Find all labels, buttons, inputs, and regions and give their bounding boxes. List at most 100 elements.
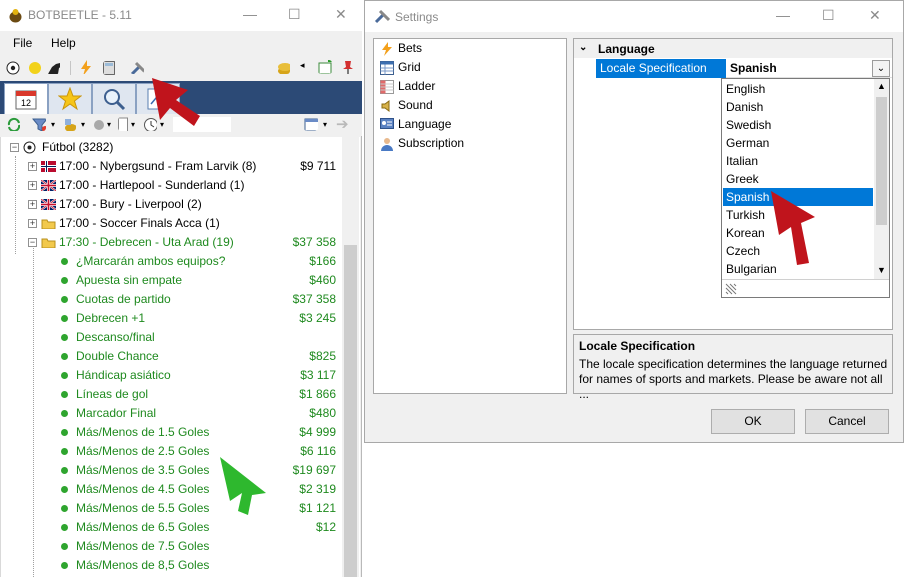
market-status-dot-icon	[61, 543, 68, 550]
market-row[interactable]: Debrecen +1 $3 245	[1, 309, 341, 328]
market-row[interactable]: Marcador Final $480	[1, 404, 341, 423]
market-row[interactable]: Apuesta sin empate $460	[1, 271, 341, 290]
coins-sort-icon[interactable]	[62, 117, 76, 131]
minimize-button[interactable]: —	[243, 6, 257, 22]
event-row[interactable]: +17:00 - Hartlepool - Sunderland (1)	[1, 176, 341, 195]
page-dropdown-chevron-icon[interactable]: ▾	[131, 120, 135, 129]
market-row[interactable]: ¿Marcarán ambos equipos? $166	[1, 252, 341, 271]
market-row[interactable]: Más/Menos de 6.5 Goles $12	[1, 518, 341, 537]
lightning-icon[interactable]	[80, 60, 94, 74]
ok-button[interactable]: OK	[711, 409, 795, 434]
menu-help[interactable]: Help	[51, 36, 76, 50]
sort-dropdown-chevron-icon[interactable]: ▾	[81, 120, 85, 129]
dropdown-chevron-icon[interactable]: ⌄	[872, 60, 890, 77]
main-window-title: BOTBEETLE - 5.11	[28, 8, 132, 22]
status-dropdown-chevron-icon[interactable]: ▾	[107, 120, 111, 129]
locale-option[interactable]: Swedish	[723, 116, 873, 134]
chevron-left-icon[interactable]: ◂	[300, 60, 305, 71]
locale-option[interactable]: Italian	[723, 152, 873, 170]
event-amount: $9 711	[300, 159, 336, 173]
expand-icon[interactable]: +	[28, 219, 37, 228]
nav-item-label: Subscription	[398, 136, 465, 150]
nav-item-label: Language	[398, 117, 452, 131]
tennis-ball-icon[interactable]	[28, 61, 42, 75]
refresh-icon[interactable]	[6, 117, 20, 131]
event-row[interactable]: +17:00 - Bury - Liverpool (2)	[1, 195, 341, 214]
market-label: Descanso/final	[76, 330, 155, 344]
locale-option[interactable]: German	[723, 134, 873, 152]
page-icon[interactable]	[118, 117, 132, 131]
market-status-dot-icon	[61, 467, 68, 474]
scrollbar-thumb[interactable]	[876, 97, 887, 225]
locale-option[interactable]: Greek	[723, 170, 873, 188]
market-row[interactable]: Líneas de gol $1 866	[1, 385, 341, 404]
event-row[interactable]: +17:00 - Soccer Finals Acca (1)	[1, 214, 341, 233]
scrollbar-thumb[interactable]	[344, 245, 357, 577]
close-button[interactable]: ✕	[335, 6, 347, 23]
collapse-icon[interactable]: −	[28, 238, 37, 247]
filter-dropdown-chevron-icon[interactable]: ▾	[51, 120, 55, 129]
filter-icon[interactable]	[32, 117, 46, 131]
soccer-ball-icon[interactable]	[6, 61, 20, 75]
resize-grip[interactable]	[722, 279, 889, 297]
tab-favorites[interactable]	[48, 83, 92, 114]
market-row[interactable]: Más/Menos de 7.5 Goles	[1, 537, 341, 556]
market-row[interactable]: Double Chance $825	[1, 347, 341, 366]
cancel-button[interactable]: Cancel	[805, 409, 889, 434]
market-amount: $460	[309, 273, 336, 287]
dropdown-scrollbar[interactable]: ▲ ▼	[874, 79, 889, 279]
status-dot-icon[interactable]	[92, 118, 106, 132]
property-name[interactable]: Locale Specification	[596, 59, 726, 78]
locale-option[interactable]: Danish	[723, 98, 873, 116]
tab-search[interactable]	[92, 83, 136, 114]
expand-icon[interactable]: +	[28, 181, 37, 190]
settings-maximize-button[interactable]: ☐	[822, 7, 835, 24]
pin-icon[interactable]	[341, 60, 355, 74]
layout-dropdown-chevron-icon[interactable]: ▾	[323, 120, 327, 129]
expand-icon[interactable]: +	[28, 162, 37, 171]
horse-racing-icon[interactable]	[46, 60, 60, 74]
locale-option[interactable]: English	[723, 80, 873, 98]
tree-scrollbar[interactable]	[342, 137, 359, 577]
group-collapse-chevron-icon[interactable]: ⌄	[579, 42, 587, 53]
market-row[interactable]: Más/Menos de 2.5 Goles $6 116	[1, 442, 341, 461]
tree-root-row[interactable]: − Fútbol (3282)	[1, 138, 341, 157]
settings-close-button[interactable]: ✕	[869, 7, 881, 24]
property-group-header[interactable]: ⌄ Language	[574, 39, 892, 58]
market-row[interactable]: Más/Menos de 5.5 Goles $1 121	[1, 499, 341, 518]
maximize-button[interactable]: ☐	[288, 6, 301, 23]
market-row[interactable]: Más/Menos de 1.5 Goles $4 999	[1, 423, 341, 442]
layout-window-icon[interactable]	[304, 117, 318, 131]
market-status-dot-icon	[61, 258, 68, 265]
expand-icon[interactable]: +	[28, 200, 37, 209]
new-window-icon[interactable]	[318, 60, 332, 74]
event-row[interactable]: − 17:30 - Debrecen - Uta Arad (19) $37 358	[1, 233, 341, 252]
settings-minimize-button[interactable]: —	[776, 7, 790, 23]
settings-tools-icon[interactable]	[130, 60, 144, 74]
market-row[interactable]: Más/Menos de 3.5 Goles $19 697	[1, 461, 341, 480]
market-status-dot-icon	[61, 277, 68, 284]
market-row[interactable]: Cuotas de partido $37 358	[1, 290, 341, 309]
property-row-locale[interactable]: Locale Specification Spanish ⌄	[574, 59, 892, 78]
soccer-ball-icon	[23, 141, 36, 154]
event-row[interactable]: +17:00 - Nybergsund - Fram Larvik (8) $9 …	[1, 157, 341, 176]
market-row[interactable]: Más/Menos de 4.5 Goles $2 319	[1, 480, 341, 499]
resize-grip-icon[interactable]	[724, 282, 738, 296]
property-group-label: Language	[598, 42, 655, 56]
forward-arrow-icon[interactable]: ➔	[336, 115, 349, 133]
ladder-icon	[380, 80, 394, 94]
tab-calendar[interactable]: 12	[4, 83, 48, 114]
coins-icon[interactable]	[276, 60, 290, 74]
scroll-down-icon[interactable]: ▼	[877, 265, 886, 275]
menu-file[interactable]: File	[13, 36, 32, 50]
market-row[interactable]: Más/Menos de 8,5 Goles	[1, 556, 341, 575]
lightning-icon	[382, 42, 392, 56]
property-value[interactable]: Spanish	[726, 59, 892, 78]
market-amount: $3 245	[299, 311, 336, 325]
market-label: Double Chance	[76, 349, 159, 363]
scroll-up-icon[interactable]: ▲	[877, 81, 886, 91]
collapse-icon[interactable]: −	[10, 143, 19, 152]
calculator-icon[interactable]	[103, 61, 117, 75]
market-row[interactable]: Hándicap asiático $3 117	[1, 366, 341, 385]
market-row[interactable]: Descanso/final	[1, 328, 341, 347]
